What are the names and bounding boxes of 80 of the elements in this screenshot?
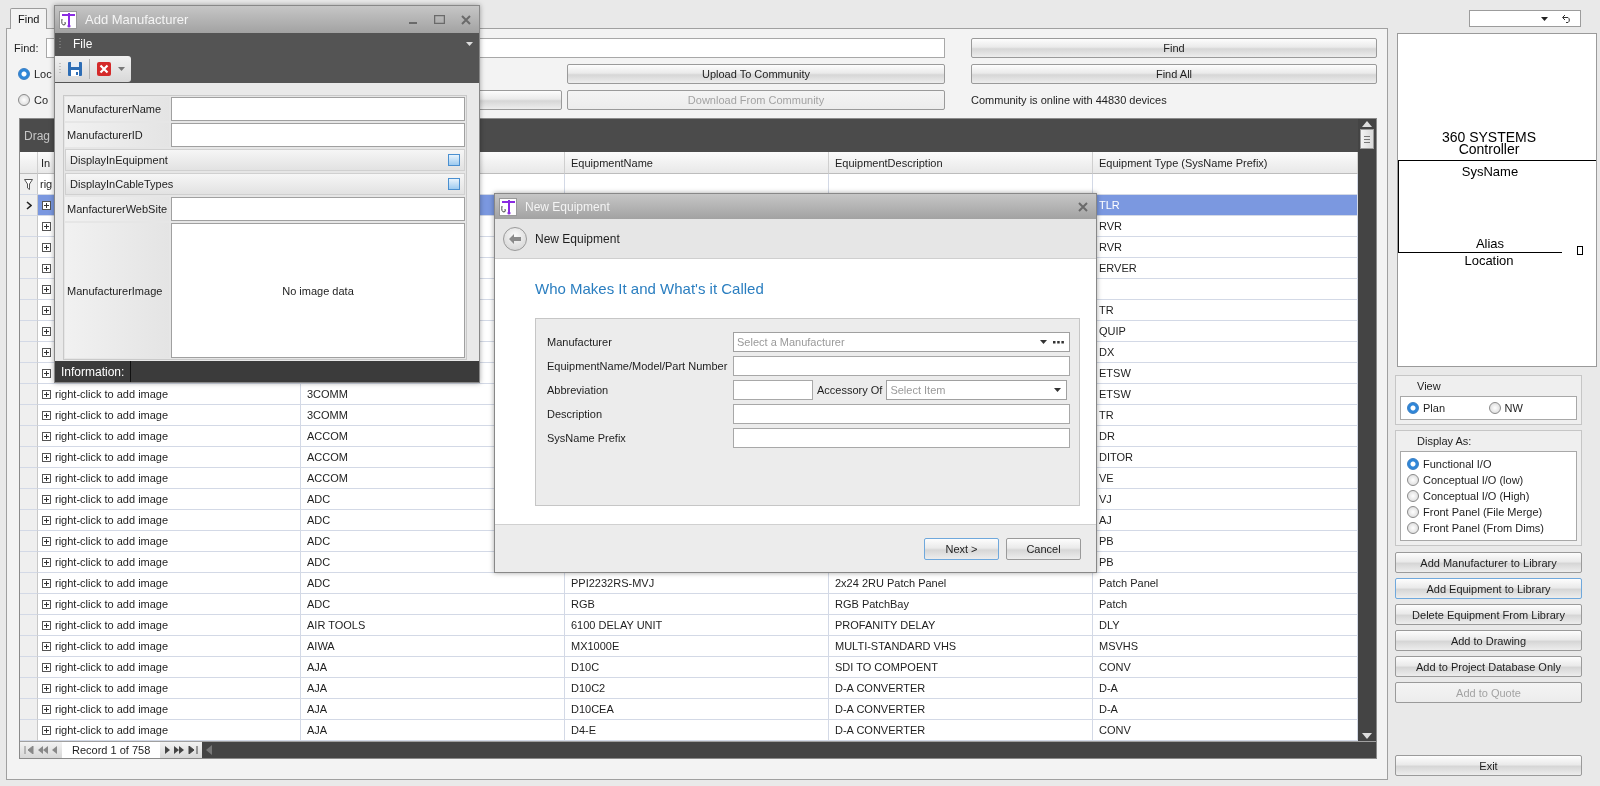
wizard-title: New Equipment xyxy=(535,231,620,246)
step-heading: Who Makes It and What's it Called xyxy=(535,279,764,299)
table-cell: right-click to add image xyxy=(55,703,169,715)
exit-button[interactable]: Exit xyxy=(1395,755,1582,776)
table-row[interactable]: right-click to add image ADC PPI2232RS-MVJ 2x24 2RU Patch Panel Patch Panel xyxy=(20,573,1358,594)
group-title: Display As: xyxy=(1416,434,1473,449)
table-row[interactable]: right-click to add image AJA D4-E D-A CONVERTER CONV xyxy=(20,720,1358,741)
table-cell: right-click to add image xyxy=(55,682,169,694)
dialog-button[interactable]: Cancel xyxy=(1006,537,1081,560)
property-label: DisplayInEquipment xyxy=(70,154,168,166)
table-cell: right-click to add image xyxy=(55,661,169,673)
table-cell: right-click to add image xyxy=(55,619,169,631)
table-row[interactable]: right-click to add image AJA D10CEA D-A CONVERTER D-A xyxy=(20,699,1358,720)
action-button[interactable]: Add Equipment to Library xyxy=(1395,578,1582,599)
community-button[interactable]: Upload To Community xyxy=(567,64,945,84)
action-button[interactable]: Add to Drawing xyxy=(1395,630,1582,651)
table-cell: right-click to add image xyxy=(55,535,169,547)
community-status: Community is online with 44830 devices xyxy=(971,93,1168,108)
field-label: Accessory Of xyxy=(817,384,883,396)
combo-box[interactable]: Select a Manufacturer xyxy=(733,332,1070,352)
radio-button[interactable]: Loc xyxy=(14,68,567,80)
column-header[interactable]: Equipment Type (SysName Prefix) xyxy=(1093,152,1358,174)
radio-button[interactable]: Conceptual I/O (low) xyxy=(1407,474,1570,486)
record-counter: Record 1 of 758 xyxy=(62,742,161,758)
window-title: New Equipment xyxy=(525,199,610,214)
table-cell: right-click to add image xyxy=(55,409,169,421)
preview-text: Controller xyxy=(1458,143,1520,155)
table-row[interactable]: right-click to add image AJA D10C2 D-A CONVERTER D-A xyxy=(20,678,1358,699)
table-cell: D4-E xyxy=(565,720,829,741)
combo-input[interactable]: Select Item xyxy=(887,384,1049,396)
action-button[interactable]: Add Manufacturer to Library xyxy=(1395,552,1582,573)
information-label: Information: xyxy=(61,364,125,379)
preview-text: Location xyxy=(1463,253,1515,269)
group-panel-text: Drag xyxy=(24,128,50,143)
radio-button[interactable]: Front Panel (File Merge) xyxy=(1407,506,1570,518)
field-label: Manufacturer xyxy=(547,336,613,348)
radio-button[interactable]: Functional I/O xyxy=(1407,458,1570,470)
find-button[interactable]: Find All xyxy=(971,64,1377,84)
dialog-button[interactable]: Next > xyxy=(924,537,999,560)
combo-input[interactable]: Select a Manufacturer xyxy=(734,336,1034,348)
table-cell: right-click to add image xyxy=(55,430,169,442)
preview-text: 360 SYSTEMS xyxy=(1440,131,1538,143)
radio-button[interactable]: Front Panel (From Dims) xyxy=(1407,522,1570,534)
preview-text: Alias xyxy=(1474,236,1506,252)
table-cell: right-click to add image xyxy=(55,493,169,505)
field-label: EquipmentName/Model/Part Number xyxy=(547,360,729,372)
table-cell: right-click to add image xyxy=(55,598,169,610)
table-row[interactable]: right-click to add image AIWA MX1000E MULTI-STANDARD VHS MSVHS xyxy=(20,636,1358,657)
menu-item[interactable]: File xyxy=(73,37,93,51)
column-header[interactable]: EquipmentDescription xyxy=(829,152,1093,174)
group-title: View xyxy=(1416,379,1442,394)
property-label: ManfacturerWebSite xyxy=(65,197,169,221)
table-row[interactable]: right-click to add image ADC RGB RGB PatchBay Patch xyxy=(20,594,1358,615)
preview-text: SysName xyxy=(1460,164,1520,180)
combo-box[interactable]: Select Item xyxy=(886,380,1068,400)
radio-button[interactable]: Plan xyxy=(1407,402,1489,414)
image-field[interactable]: No image data xyxy=(171,223,465,358)
table-cell: right-click to add image xyxy=(55,577,169,589)
table-cell: CONV xyxy=(1093,720,1358,741)
table-cell: right-click to add image xyxy=(55,472,169,484)
table-cell: right-click to add image xyxy=(55,388,169,400)
window-title: Add Manufacturer xyxy=(85,12,189,27)
property-label: DisplayInCableTypes xyxy=(70,178,174,190)
table-cell: right-click to add image xyxy=(55,514,169,526)
table-row[interactable]: right-click to add image AIR TOOLS 6100 DELAY UNIT PROFANITY DELAY DLY xyxy=(20,615,1358,636)
column-header[interactable]: EquipmentName xyxy=(565,152,829,174)
radio-button[interactable]: NW xyxy=(1488,402,1570,414)
table-cell: right-click to add image xyxy=(55,724,169,736)
table-cell: right-click to add image xyxy=(55,451,169,463)
table-cell: right-click to add image xyxy=(55,640,169,652)
tab[interactable]: Find xyxy=(10,8,48,29)
find-label: Find: xyxy=(14,42,40,54)
table-cell: AJA xyxy=(301,720,565,741)
radio-button[interactable]: Conceptual I/O (High) xyxy=(1407,490,1570,502)
table-cell: D-A CONVERTER xyxy=(829,720,1093,741)
action-button[interactable]: Add to Project Database Only xyxy=(1395,656,1582,677)
action-button[interactable]: Delete Equipment From Library xyxy=(1395,604,1582,625)
table-cell: right-click to add image xyxy=(55,556,169,568)
table-row[interactable]: right-click to add image AJA D10C SDI TO COMPOENT CONV xyxy=(20,657,1358,678)
find-button[interactable]: Find xyxy=(971,38,1377,58)
